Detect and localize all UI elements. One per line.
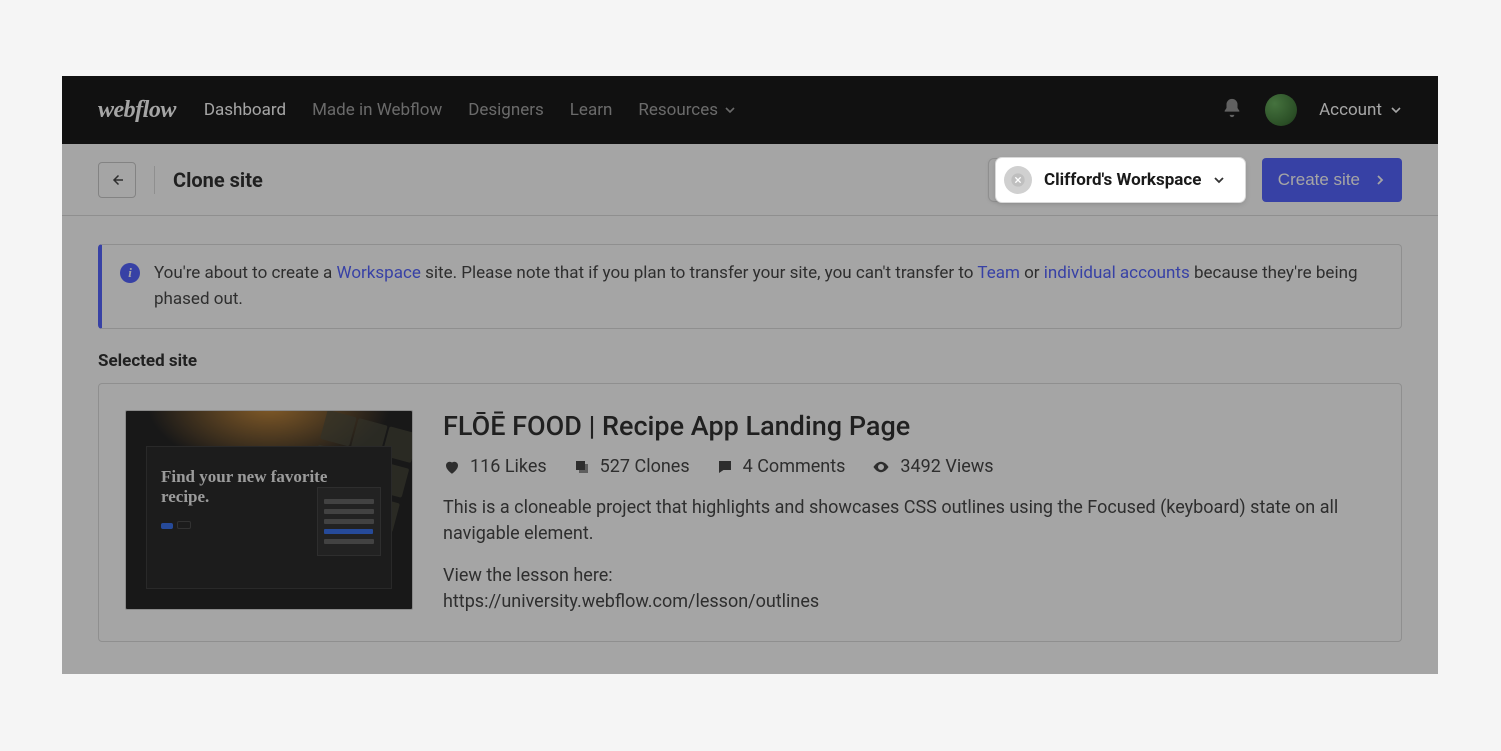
selected-site-label: Selected site (98, 351, 1402, 371)
arrow-left-icon (108, 171, 126, 189)
site-info: FLŌĒ FOOD | Recipe App Landing Page 116 … (443, 410, 1375, 615)
eye-icon (871, 458, 891, 476)
nav-designers[interactable]: Designers (468, 100, 544, 120)
chevron-down-icon (1390, 104, 1402, 116)
back-button[interactable] (98, 162, 136, 198)
divider (154, 166, 155, 194)
workspace-badge-icon (1004, 166, 1032, 194)
webflow-logo[interactable]: webflow (98, 97, 176, 124)
clones-value: 527 Clones (600, 456, 690, 477)
notice-mid1: site. Please note that if you plan to tr… (421, 263, 977, 283)
clone-icon (573, 458, 591, 476)
info-notice: i You're about to create a Workspace sit… (98, 244, 1402, 329)
lesson-label: View the lesson here: (443, 563, 1375, 589)
site-stats: 116 Likes 527 Clones 4 Comments 3492 Vie… (443, 456, 1375, 477)
workspace-name: Clifford's Workspace (1044, 170, 1201, 190)
notice-pre: You're about to create a (154, 263, 337, 283)
site-thumbnail: Find your new favorite recipe. (125, 410, 413, 610)
lesson-url: https://university.webflow.com/lesson/ou… (443, 589, 1375, 615)
account-dropdown[interactable]: Account (1319, 100, 1402, 120)
page-title: Clone site (173, 168, 263, 192)
views-value: 3492 Views (900, 456, 993, 477)
avatar[interactable] (1265, 94, 1297, 126)
account-label: Account (1319, 100, 1382, 120)
nav-made-in-webflow[interactable]: Made in Webflow (312, 100, 442, 120)
stat-comments: 4 Comments (716, 456, 846, 477)
create-site-button[interactable]: Create site (1262, 158, 1402, 202)
comments-value: 4 Comments (743, 456, 846, 477)
chevron-down-icon (1213, 174, 1225, 186)
stat-clones: 527 Clones (573, 456, 690, 477)
individual-accounts-link[interactable]: individual accounts (1044, 263, 1190, 283)
site-lesson: View the lesson here: https://university… (443, 563, 1375, 615)
nav-resources-label: Resources (638, 100, 718, 120)
chevron-right-icon (1374, 174, 1386, 186)
comment-icon (716, 458, 734, 476)
likes-value: 116 Likes (470, 456, 547, 477)
content: i You're about to create a Workspace sit… (62, 216, 1438, 670)
workspace-selector-highlight[interactable]: Clifford's Workspace (996, 158, 1245, 202)
notifications-bell-icon[interactable] (1221, 97, 1243, 123)
nav-resources[interactable]: Resources (638, 100, 736, 120)
stat-views: 3492 Views (871, 456, 993, 477)
chevron-down-icon (724, 104, 736, 116)
nav-learn[interactable]: Learn (570, 100, 613, 120)
nav-right: Account (1221, 94, 1402, 126)
site-title: FLŌĒ FOOD | Recipe App Landing Page (443, 410, 1375, 442)
stat-likes: 116 Likes (443, 456, 547, 477)
nav-dashboard[interactable]: Dashboard (204, 100, 286, 120)
team-link[interactable]: Team (977, 263, 1020, 283)
site-description: This is a cloneable project that highlig… (443, 495, 1375, 547)
notice-mid2: or (1020, 263, 1044, 283)
create-site-label: Create site (1278, 170, 1360, 190)
heart-icon (443, 458, 461, 476)
info-icon: i (120, 263, 140, 283)
top-nav: webflow Dashboard Made in Webflow Design… (62, 76, 1438, 144)
workspace-link[interactable]: Workspace (337, 263, 421, 283)
notice-text: You're about to create a Workspace site.… (154, 261, 1383, 312)
nav-links: Dashboard Made in Webflow Designers Lear… (204, 100, 1221, 120)
selected-site-card: Find your new favorite recipe. FLŌĒ FOOD… (98, 383, 1402, 642)
